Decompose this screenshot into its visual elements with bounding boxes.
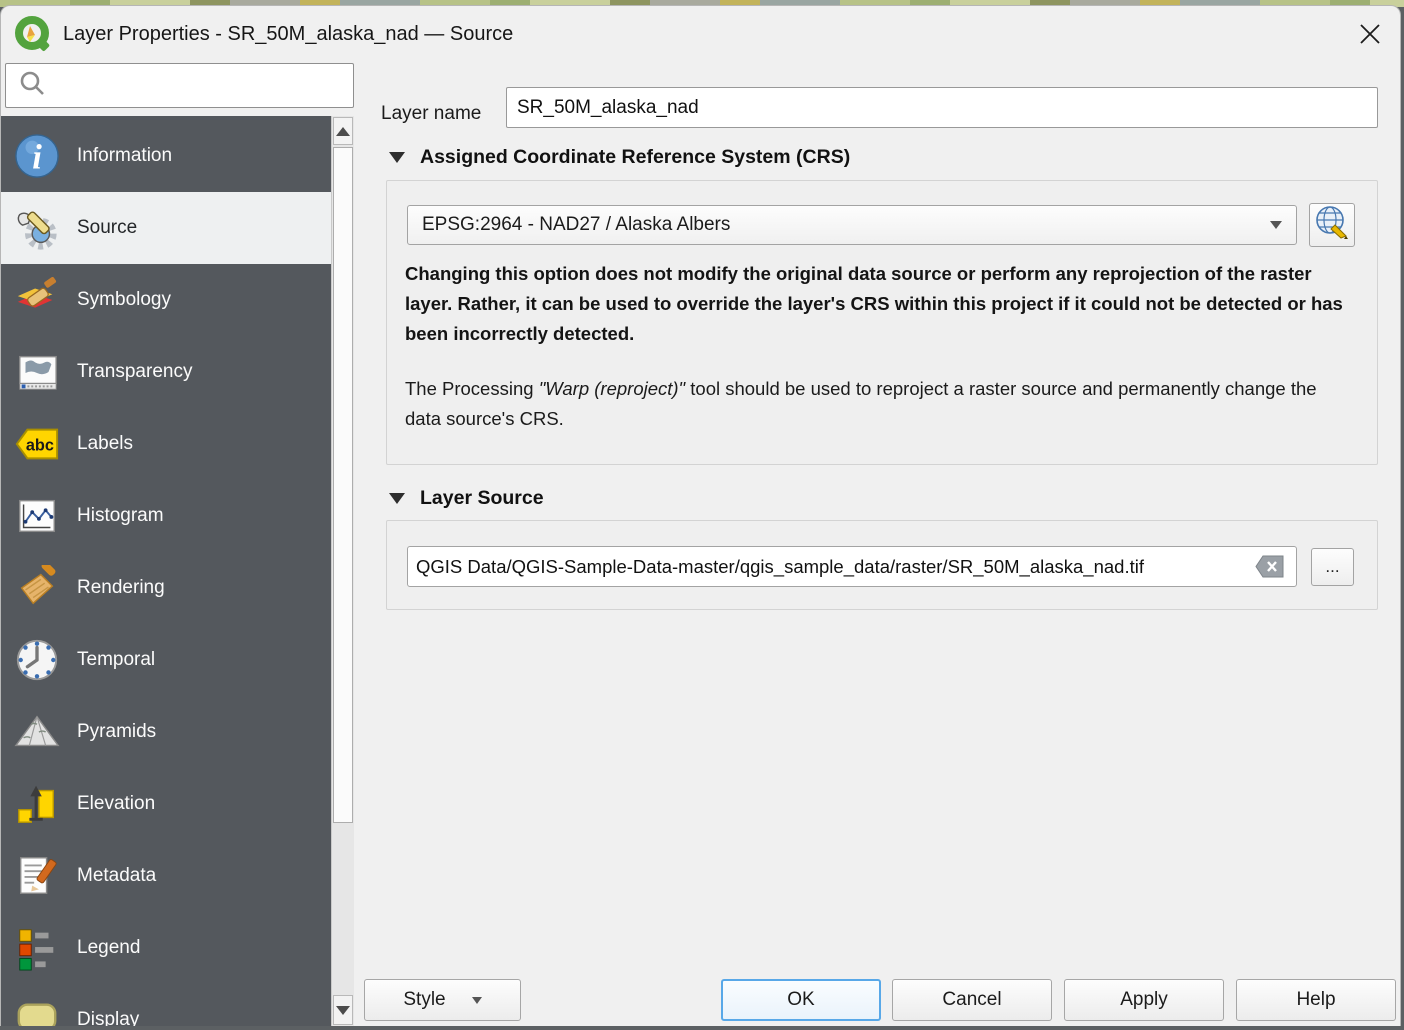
information-icon: i [13, 132, 61, 180]
chevron-down-icon [472, 997, 482, 1004]
temporal-icon [13, 636, 61, 684]
note-prefix: The Processing [405, 378, 539, 399]
sidebar-item-symbology[interactable]: Symbology [1, 264, 331, 336]
sidebar-item-source[interactable]: Source [1, 192, 331, 264]
transparency-icon [13, 348, 61, 396]
crs-processing-note: The Processing "Warp (reproject)" tool s… [405, 374, 1357, 434]
crs-group-frame: EPSG:2964 - NAD27 / Alaska Albers Changi… [386, 180, 1378, 465]
sidebar-item-elevation[interactable]: Elevation [1, 768, 331, 840]
sidebar-item-label: Symbology [77, 289, 171, 311]
histogram-icon [13, 492, 61, 540]
help-button[interactable]: Help [1236, 979, 1396, 1021]
sidebar-item-label: Metadata [77, 865, 156, 887]
sidebar-item-label: Display [77, 1009, 139, 1026]
sidebar-item-label: Information [77, 145, 172, 167]
scroll-up-icon[interactable] [333, 117, 353, 145]
globe-edit-icon [1314, 205, 1350, 246]
legend-icon [13, 924, 61, 972]
crs-combobox-value: EPSG:2964 - NAD27 / Alaska Albers [422, 214, 730, 236]
search-icon [18, 69, 46, 102]
metadata-icon [13, 852, 61, 900]
crs-warning-text: Changing this option does not modify the… [405, 259, 1357, 349]
apply-label: Apply [1120, 989, 1168, 1011]
sidebar-item-label: Histogram [77, 505, 164, 527]
sidebar-item-histogram[interactable]: Histogram [1, 480, 331, 552]
title-bar: Layer Properties - SR_50M_alaska_nad — S… [1, 6, 1400, 62]
layer-properties-dialog: Layer Properties - SR_50M_alaska_nad — S… [0, 5, 1401, 1026]
layer-source-path-input[interactable] [407, 546, 1297, 587]
layer-name-label: Layer name [381, 94, 481, 134]
cancel-label: Cancel [942, 989, 1001, 1011]
qgis-logo-icon [14, 16, 52, 54]
layer-source-section-title: Layer Source [420, 487, 544, 510]
symbology-icon [13, 276, 61, 324]
display-icon [13, 996, 61, 1026]
sidebar-item-label: Pyramids [77, 721, 156, 743]
svg-text:abc: abc [26, 437, 54, 455]
apply-button[interactable]: Apply [1064, 979, 1224, 1021]
crs-section-header[interactable]: Assigned Coordinate Reference System (CR… [389, 146, 850, 169]
ok-label: OK [787, 989, 814, 1011]
sidebar-search-input[interactable] [5, 63, 354, 108]
layer-source-group-frame: ... [386, 520, 1378, 610]
sidebar-item-label: Transparency [77, 361, 192, 383]
sidebar-item-labels[interactable]: abc Labels [1, 408, 331, 480]
clear-text-icon[interactable] [1255, 555, 1285, 583]
collapse-triangle-icon [389, 493, 405, 504]
collapse-triangle-icon [389, 152, 405, 163]
pyramids-icon [13, 708, 61, 756]
scroll-down-icon[interactable] [333, 995, 353, 1025]
sidebar-item-label: Rendering [77, 577, 165, 599]
help-label: Help [1296, 989, 1335, 1011]
sidebar-item-label: Elevation [77, 793, 155, 815]
style-label: Style [403, 989, 445, 1011]
elevation-icon [13, 780, 61, 828]
sidebar-item-information[interactable]: i Information [1, 120, 331, 192]
browse-label: ... [1325, 557, 1339, 577]
note-italic: "Warp (reproject)" [539, 378, 685, 399]
sidebar: i Information Source [1, 116, 331, 1026]
scrollbar-thumb[interactable] [333, 147, 353, 823]
layer-source-section-header[interactable]: Layer Source [389, 487, 544, 510]
sidebar-scrollbar[interactable] [331, 116, 354, 1026]
sidebar-item-label: Labels [77, 433, 133, 455]
sidebar-list: i Information Source [1, 116, 331, 1026]
sidebar-item-transparency[interactable]: Transparency [1, 336, 331, 408]
svg-text:i: i [32, 138, 42, 176]
sidebar-item-label: Source [77, 217, 137, 239]
sidebar-item-display[interactable]: Display [1, 984, 331, 1026]
sidebar-item-pyramids[interactable]: Pyramids [1, 696, 331, 768]
source-icon [13, 204, 61, 252]
cancel-button[interactable]: Cancel [892, 979, 1052, 1021]
sidebar-item-temporal[interactable]: Temporal [1, 624, 331, 696]
labels-icon: abc [13, 420, 61, 468]
select-crs-button[interactable] [1309, 203, 1355, 247]
sidebar-item-label: Temporal [77, 649, 155, 671]
crs-combobox[interactable]: EPSG:2964 - NAD27 / Alaska Albers [407, 205, 1297, 245]
close-icon[interactable] [1352, 16, 1388, 52]
style-dropdown-button[interactable]: Style [364, 979, 521, 1021]
sidebar-item-rendering[interactable]: Rendering [1, 552, 331, 624]
browse-file-button[interactable]: ... [1311, 548, 1354, 586]
chevron-down-icon [1270, 221, 1282, 229]
ok-button[interactable]: OK [721, 979, 881, 1021]
sidebar-item-label: Legend [77, 937, 140, 959]
rendering-icon [13, 564, 61, 612]
layer-name-input[interactable] [506, 87, 1378, 128]
sidebar-item-legend[interactable]: Legend [1, 912, 331, 984]
crs-section-title: Assigned Coordinate Reference System (CR… [420, 146, 850, 169]
window-title: Layer Properties - SR_50M_alaska_nad — S… [63, 6, 513, 62]
sidebar-item-metadata[interactable]: Metadata [1, 840, 331, 912]
